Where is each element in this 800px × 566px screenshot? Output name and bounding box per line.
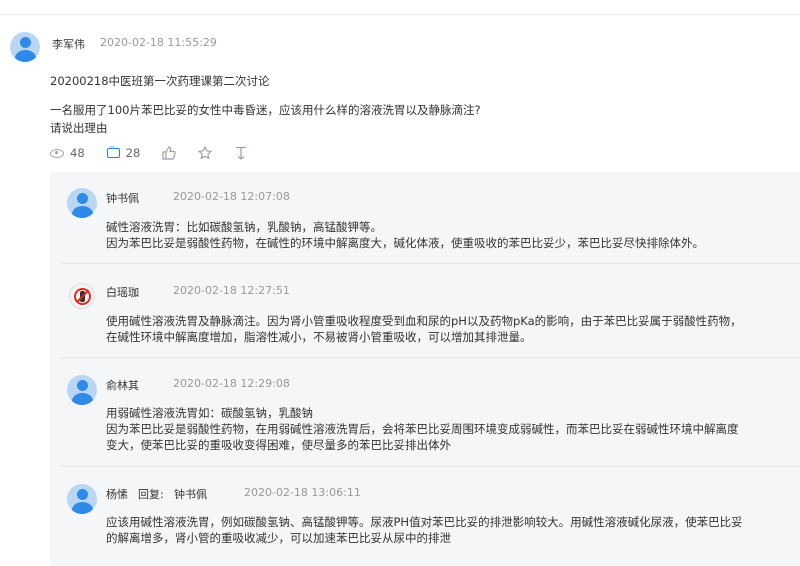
reply-text-line: 因为苯巴比妥是弱酸性药物，在用弱碱性溶液洗胃后，会将苯巴比妥周围环境变成弱碱性，… (106, 422, 739, 436)
reply-avatar[interactable] (67, 484, 97, 514)
dislike-button[interactable] (234, 146, 248, 160)
post-body-line: 一名服用了100片苯巴比妥的女性中毒昏迷，应该用什么样的溶液洗胃以及静脉滴注? (50, 103, 481, 117)
reply-timestamp: 2020-02-18 12:07:08 (173, 190, 290, 203)
author-avatar[interactable] (10, 32, 40, 62)
reply-text-line: 在碱性环境中解离度增加，脂溶性减小，不易被肾小管重吸收，可以增加其排泄量。 (106, 330, 532, 344)
post-timestamp: 2020-02-18 11:55:29 (100, 36, 217, 49)
reply-author-name[interactable]: 钟书佩 (106, 190, 139, 206)
reply-timestamp: 2020-02-18 12:27:51 (173, 284, 290, 297)
reply-text-line: 的解离增多，肾小管的重吸收减少，可以加速苯巴比妥从尿中的排泄 (106, 531, 451, 545)
favorite-button[interactable] (198, 146, 213, 160)
thumbs-down-icon (236, 146, 247, 160)
views-count: 48 (70, 146, 85, 160)
reply-timestamp: 2020-02-18 12:29:08 (173, 377, 290, 390)
top-divider (0, 14, 800, 15)
reply-avatar[interactable] (67, 375, 97, 405)
reply-avatar[interactable] (67, 188, 97, 218)
reply-to-label: 回复: (138, 488, 164, 501)
comment-icon (106, 143, 120, 158)
post-title: 20200218中医班第一次药理课第二次讨论 (50, 74, 270, 88)
reply-author-name[interactable]: 俞林其 (106, 377, 139, 393)
reply-text-line: 碱性溶液洗胃：比如碳酸氢钠，乳酸钠，高锰酸钾等。 (106, 220, 382, 234)
post-author-name[interactable]: 李军伟 (52, 36, 85, 52)
reply-to-name[interactable]: 钟书佩 (174, 486, 207, 502)
reply-text-line: 应该用碱性溶液洗胃，例如碳酸氢钠、高锰酸钾等。尿液PH值对苯巴比妥的排泄影响较大… (106, 515, 743, 529)
post-actions-bar: 48 28 (50, 143, 270, 161)
reply-divider (60, 466, 800, 467)
reply-text-line: 使用碱性溶液洗胃及静脉滴注。因为肾小管重吸收程度受到血和尿的pH以及药物pKa的… (106, 314, 742, 328)
thumbs-up-icon (162, 146, 177, 160)
eye-icon (50, 148, 64, 158)
views-counter: 48 (50, 146, 85, 160)
reply-text-line: 变大，使苯巴比妥的重吸收变得困难，使尽量多的苯巴比妥排出体外 (106, 438, 451, 452)
star-icon (198, 146, 213, 160)
reply-author-name[interactable]: 杨愫 (106, 486, 128, 502)
reply-author-name[interactable]: 白瑶珈 (106, 284, 139, 300)
comments-count: 28 (125, 146, 141, 160)
comments-button[interactable]: 28 (106, 143, 141, 160)
reply-text-line: 用弱碱性溶液洗胃如：碳酸氢钠，乳酸钠 (106, 406, 313, 420)
reply-timestamp: 2020-02-18 13:06:11 (244, 486, 361, 499)
no-entry-avatar-icon[interactable] (69, 283, 95, 309)
reply-text-line: 因为苯巴比妥是弱酸性药物，在碱性的环境中解离度大，碱化体液，使重吸收的苯巴比妥少… (106, 236, 704, 250)
reply-divider (60, 357, 800, 358)
reply-divider (60, 263, 800, 264)
like-button[interactable] (162, 146, 177, 160)
post-body-line: 请说出理由 (50, 121, 108, 135)
